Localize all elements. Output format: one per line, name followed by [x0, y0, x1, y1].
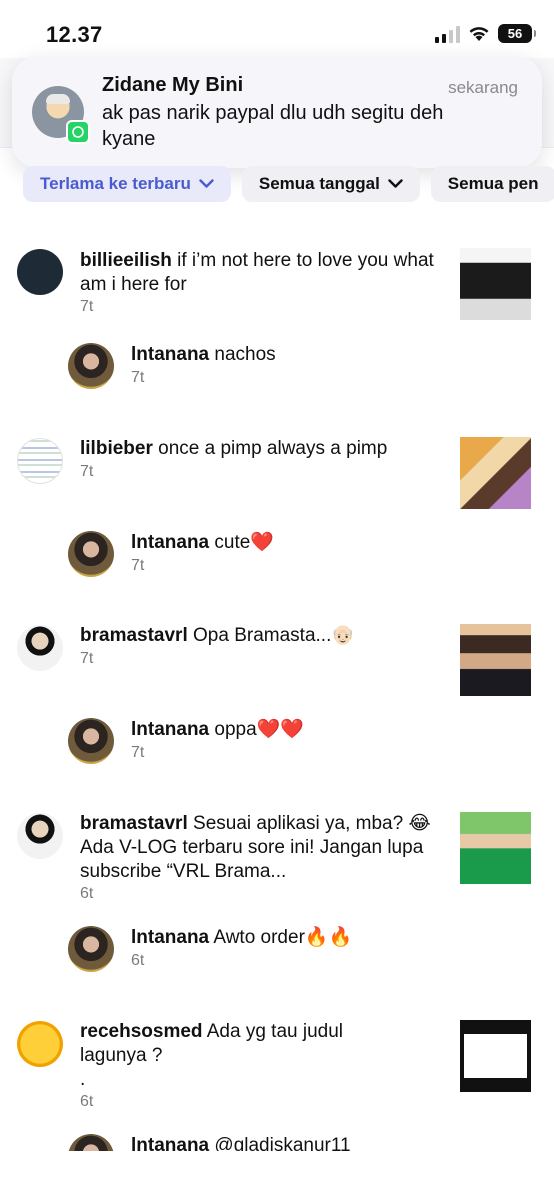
comment-time: 6t [80, 885, 94, 902]
comment-text: lntanana oppa❤️❤️ [131, 718, 451, 742]
comment-text: lntanana cute❤️ [131, 531, 451, 555]
comment-text: lilbieber once a pimp always a pimp [80, 437, 440, 461]
post-thumbnail[interactable] [460, 812, 531, 884]
comment-body: nachos [214, 344, 276, 365]
post-thumbnail[interactable] [460, 248, 531, 320]
comment-time: 7t [131, 744, 145, 761]
chip-label: Semua pen [447, 174, 539, 193]
avatar[interactable] [17, 813, 63, 859]
comment-body: cute❤️ [214, 532, 274, 553]
comment-body-line: . [80, 1069, 86, 1090]
avatar[interactable] [68, 1134, 114, 1151]
comment-body: once a pimp always a pimp [158, 438, 388, 459]
avatar[interactable] [68, 531, 114, 577]
comment-time: 7t [80, 463, 94, 480]
comment-username[interactable]: recehsosmed [80, 1021, 203, 1042]
comment-time: 7t [131, 557, 145, 574]
comment-time: 7t [80, 298, 94, 315]
author-filter-chip[interactable]: Semua pen [430, 166, 554, 202]
sort-filter-chip[interactable]: Terlama ke terbaru [23, 166, 231, 202]
comment-item[interactable]: bramastavrl Sesuai aplikasi ya, mba? 😂 A… [0, 812, 554, 908]
cellular-signal-icon [435, 25, 460, 43]
comment-body: Opa Bramasta...👴🏻 [193, 625, 356, 646]
wifi-icon [469, 27, 489, 41]
date-filter-chip[interactable]: Semua tanggal [241, 166, 420, 202]
comment-username[interactable]: lilbieber [80, 438, 153, 459]
battery-icon: 56 [498, 24, 536, 43]
post-thumbnail[interactable] [460, 437, 531, 509]
status-bar: 12.37 56 [0, 0, 554, 60]
filter-bar: Terlama ke terbaru Semua tanggal Semua p… [23, 166, 554, 202]
avatar[interactable] [68, 343, 114, 389]
avatar[interactable] [17, 1021, 63, 1067]
notification-sender: Zidane My Bini [102, 74, 244, 96]
thumbnail-screenshot [464, 1034, 527, 1078]
avatar[interactable] [17, 249, 63, 295]
reply-item[interactable]: lntanana nachos 7t [0, 343, 554, 393]
comment-body: oppa❤️❤️ [214, 719, 304, 740]
comment-body: @gladiskanur11 [214, 1135, 351, 1151]
chip-label: Terlama ke terbaru [40, 174, 191, 193]
comment-text: bramastavrl Sesuai aplikasi ya, mba? 😂 A… [80, 812, 440, 884]
whatsapp-icon [66, 120, 90, 144]
comment-body: Awto order🔥🔥 [213, 927, 353, 948]
notification-time: sekarang [448, 78, 518, 97]
comment-time: 7t [131, 369, 145, 386]
status-icons: 56 [435, 24, 536, 43]
comment-username[interactable]: billieeilish [80, 250, 172, 271]
comment-username[interactable]: lntanana [131, 927, 209, 948]
post-thumbnail[interactable] [460, 1020, 531, 1092]
comment-text: lntanana Awto order🔥🔥 [131, 926, 451, 950]
avatar[interactable] [17, 438, 63, 484]
comment-item[interactable]: recehsosmed Ada yg tau judul lagunya ? .… [0, 1020, 554, 1116]
comment-username[interactable]: bramastavrl [80, 813, 188, 834]
notification-message: ak pas narik paypal dlu udh segitu deh k… [102, 102, 444, 150]
comment-text: lntanana @gladiskanur11 [131, 1134, 451, 1151]
chevron-down-icon [388, 179, 403, 188]
comment-text: bramastavrl Opa Bramasta...👴🏻 [80, 624, 440, 648]
chip-label: Semua tanggal [258, 174, 380, 193]
reply-item[interactable]: lntanana @gladiskanur11 [0, 1134, 554, 1151]
avatar[interactable] [17, 625, 63, 671]
comment-text: billieeilish if i’m not here to love you… [80, 249, 440, 297]
status-time: 12.37 [46, 22, 103, 47]
chevron-down-icon [199, 179, 214, 188]
reply-item[interactable]: lntanana oppa❤️❤️ 7t [0, 718, 554, 768]
comment-username[interactable]: lntanana [131, 532, 209, 553]
reply-item[interactable]: lntanana cute❤️ 7t [0, 531, 554, 581]
avatar[interactable] [68, 926, 114, 972]
comment-username[interactable]: lntanana [131, 344, 209, 365]
comment-username[interactable]: lntanana [131, 719, 209, 740]
comment-item[interactable]: bramastavrl Opa Bramasta...👴🏻 7t [0, 624, 554, 696]
comment-item[interactable]: lilbieber once a pimp always a pimp 7t [0, 437, 554, 509]
reply-item[interactable]: lntanana Awto order🔥🔥 6t [0, 926, 554, 976]
comment-username[interactable]: lntanana [131, 1135, 209, 1151]
comment-text: recehsosmed Ada yg tau judul lagunya ? . [80, 1020, 380, 1092]
post-thumbnail[interactable] [460, 624, 531, 696]
notification-banner[interactable]: Zidane My Bini sekarang ak pas narik pay… [12, 56, 542, 168]
comment-time: 6t [131, 952, 145, 969]
comment-time: 7t [80, 650, 94, 667]
avatar[interactable] [68, 718, 114, 764]
comment-time: 6t [80, 1093, 94, 1110]
comment-item[interactable]: billieeilish if i’m not here to love you… [0, 248, 554, 328]
comment-username[interactable]: bramastavrl [80, 625, 188, 646]
comment-text: lntanana nachos [131, 343, 451, 367]
